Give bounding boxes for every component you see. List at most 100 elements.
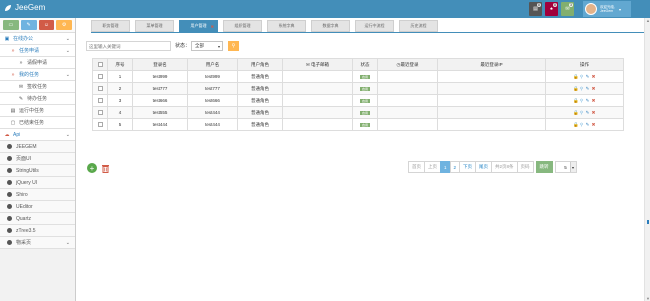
cogs-icon[interactable]: ⚙ — [56, 20, 72, 30]
edit-icon[interactable]: ✎ — [585, 86, 590, 91]
sidebar-item-api[interactable]: ☁ Api ⌄ — [0, 129, 75, 141]
tab-user[interactable]: 用户管理 ✖ — [179, 20, 218, 32]
bell-icon[interactable]: ♠ 8 — [545, 2, 558, 16]
bullet-icon — [7, 216, 12, 221]
scroll-thumb[interactable] — [647, 220, 649, 224]
sidebar-item-leave-apply[interactable]: » 请假申请 — [0, 57, 75, 69]
page-scrollbar[interactable]: ▲ ▼ — [644, 18, 650, 301]
tab-menu[interactable]: 菜单管理 — [135, 20, 174, 32]
close-icon[interactable]: ✖ — [211, 24, 214, 29]
table-row[interactable]: 5 test444 test444 普通角色 启用 🔒 ⚲ ✎ ✖ — [92, 118, 624, 131]
search-input[interactable] — [86, 41, 171, 51]
goto-page-input[interactable]: 页码 — [516, 161, 534, 173]
col-role: 用户角色 — [237, 58, 283, 71]
lock-icon[interactable]: 🔒 — [573, 86, 579, 91]
envelope-icon[interactable]: ✉ 3 — [561, 2, 574, 16]
row-username: test666 — [187, 94, 238, 107]
sidebar-item-ueditor[interactable]: UEditor — [0, 201, 75, 213]
sidebar-item-my-tasks[interactable]: » 我的任务 ⌄ — [0, 69, 75, 81]
table-row[interactable]: 1 test999 test999 普通角色 启用 🔒 ⚲ ✎ ✖ — [92, 70, 624, 83]
table-row[interactable]: 2 test777 test777 普通角色 启用 🔒 ⚲ ✎ ✖ — [92, 82, 624, 95]
sidebar-item-online-office[interactable]: ▣ 在线办公 ⌄ — [0, 33, 75, 45]
sidebar-item-more[interactable]: 物采页 ⌄ — [0, 237, 75, 249]
status-select[interactable]: 全部 ▾ — [191, 41, 223, 51]
status-badge: 启用 — [359, 75, 370, 79]
prev-page-button[interactable]: 上页 — [424, 161, 441, 173]
row-checkbox[interactable] — [92, 106, 108, 119]
row-actions: 🔒 ⚲ ✎ ✖ — [545, 94, 624, 107]
first-page-button[interactable]: 首页 — [408, 161, 425, 173]
row-last-login — [377, 118, 438, 131]
last-page-button[interactable]: 尾页 — [475, 161, 493, 173]
delete-icon[interactable]: ✖ — [591, 122, 596, 127]
scroll-down-icon[interactable]: ▼ — [646, 296, 650, 301]
sidebar-item-finished-task[interactable]: ▢ 已结束任务 — [0, 117, 75, 129]
row-checkbox[interactable] — [92, 118, 108, 131]
row-checkbox[interactable] — [92, 94, 108, 107]
lock-icon[interactable]: 🔒 — [573, 110, 579, 115]
brand[interactable]: JeeGem — [4, 3, 45, 12]
tab-running-process[interactable]: 运行中流程 — [355, 20, 394, 32]
go-button[interactable]: 跳转 — [535, 161, 553, 173]
tab-data-dict[interactable]: 数据字典 — [311, 20, 350, 32]
select-all-checkbox[interactable] — [92, 58, 108, 71]
search-icon[interactable]: ⚲ — [579, 98, 584, 103]
page-size-select[interactable]: 5 ▾ — [554, 161, 577, 173]
pencil-icon[interactable]: ✎ — [20, 20, 37, 30]
tab-history-process[interactable]: 历史流程 — [399, 20, 438, 32]
sidebar-item-running-task[interactable]: ▤ 运行中任务 — [0, 105, 75, 117]
scroll-up-icon[interactable]: ▲ — [646, 18, 650, 23]
search-icon[interactable]: ⚲ — [579, 86, 584, 91]
tasks-icon[interactable]: ▤ 8 — [529, 2, 542, 16]
delete-icon[interactable]: ✖ — [591, 98, 596, 103]
table-row[interactable]: 3 test666 test666 普通角色 启用 🔒 ⚲ ✎ ✖ — [92, 94, 624, 107]
row-username: test444 — [187, 118, 238, 131]
delete-icon[interactable]: ✖ — [591, 110, 596, 115]
delete-icon[interactable]: ✖ — [591, 74, 596, 79]
sidebar-item-task-apply[interactable]: » 任务申请 ⌄ — [0, 45, 75, 57]
row-role: 普通角色 — [237, 118, 283, 131]
edit-icon[interactable]: ✎ — [585, 74, 590, 79]
bullet-icon — [7, 180, 12, 185]
group-icon[interactable]: ☺ — [38, 20, 55, 30]
search-button[interactable]: ⚲ — [228, 41, 239, 51]
tab-sys-dict[interactable]: 系统字典 — [267, 20, 306, 32]
sidebar-item-jeegem[interactable]: JEEGEM — [0, 141, 75, 153]
row-checkbox[interactable] — [92, 82, 108, 95]
row-checkbox[interactable] — [92, 70, 108, 83]
add-button[interactable]: + — [87, 163, 97, 173]
signal-icon[interactable]: ▭ — [3, 20, 19, 30]
row-actions: 🔒 ⚲ ✎ ✖ — [545, 82, 624, 95]
delete-button[interactable] — [100, 163, 110, 173]
sidebar-item-todo-task[interactable]: ✎ 待办任务 — [0, 93, 75, 105]
search-icon[interactable]: ⚲ — [579, 74, 584, 79]
row-last-ip — [437, 94, 546, 107]
row-status: 启用 — [352, 94, 378, 107]
sidebar-item-stringutils[interactable]: StringUtils — [0, 165, 75, 177]
sidebar-item-claim-task[interactable]: ✉ 签收任务 — [0, 81, 75, 93]
status-badge: 启用 — [359, 99, 370, 103]
sidebar-item-quartz[interactable]: Quartz — [0, 213, 75, 225]
next-page-button[interactable]: 下页 — [459, 161, 477, 173]
delete-icon[interactable]: ✖ — [591, 86, 596, 91]
lock-icon[interactable]: 🔒 — [573, 98, 579, 103]
search-icon[interactable]: ⚲ — [579, 122, 584, 127]
tab-org[interactable]: 组织管理 — [223, 20, 262, 32]
tab-position[interactable]: 职务管理 — [91, 20, 130, 32]
lock-icon[interactable]: 🔒 — [573, 74, 579, 79]
sidebar-item-page-ui[interactable]: 页面UI — [0, 153, 75, 165]
sidebar-item-ztree[interactable]: zTree3.5 — [0, 225, 75, 237]
sidebar-item-jquery-ui[interactable]: jQuery UI — [0, 177, 75, 189]
table-row[interactable]: 4 test555 test444 普通角色 启用 🔒 ⚲ ✎ ✖ — [92, 106, 624, 119]
row-last-ip — [437, 82, 546, 95]
edit-icon[interactable]: ✎ — [585, 98, 590, 103]
user-menu[interactable]: 欢迎光临, JeeGem ▾ — [583, 1, 631, 17]
search-icon[interactable]: ⚲ — [579, 110, 584, 115]
lock-icon[interactable]: 🔒 — [573, 122, 579, 127]
sidebar-item-shiro[interactable]: Shiro — [0, 189, 75, 201]
double-right-icon: » — [19, 59, 23, 66]
arrow-right-icon: » — [11, 47, 15, 54]
edit-icon[interactable]: ✎ — [585, 122, 590, 127]
pagination: 首页 上页 1 2 下页 尾页 共2页8条 页码 跳转 5 ▾ — [408, 161, 577, 173]
edit-icon[interactable]: ✎ — [585, 110, 590, 115]
